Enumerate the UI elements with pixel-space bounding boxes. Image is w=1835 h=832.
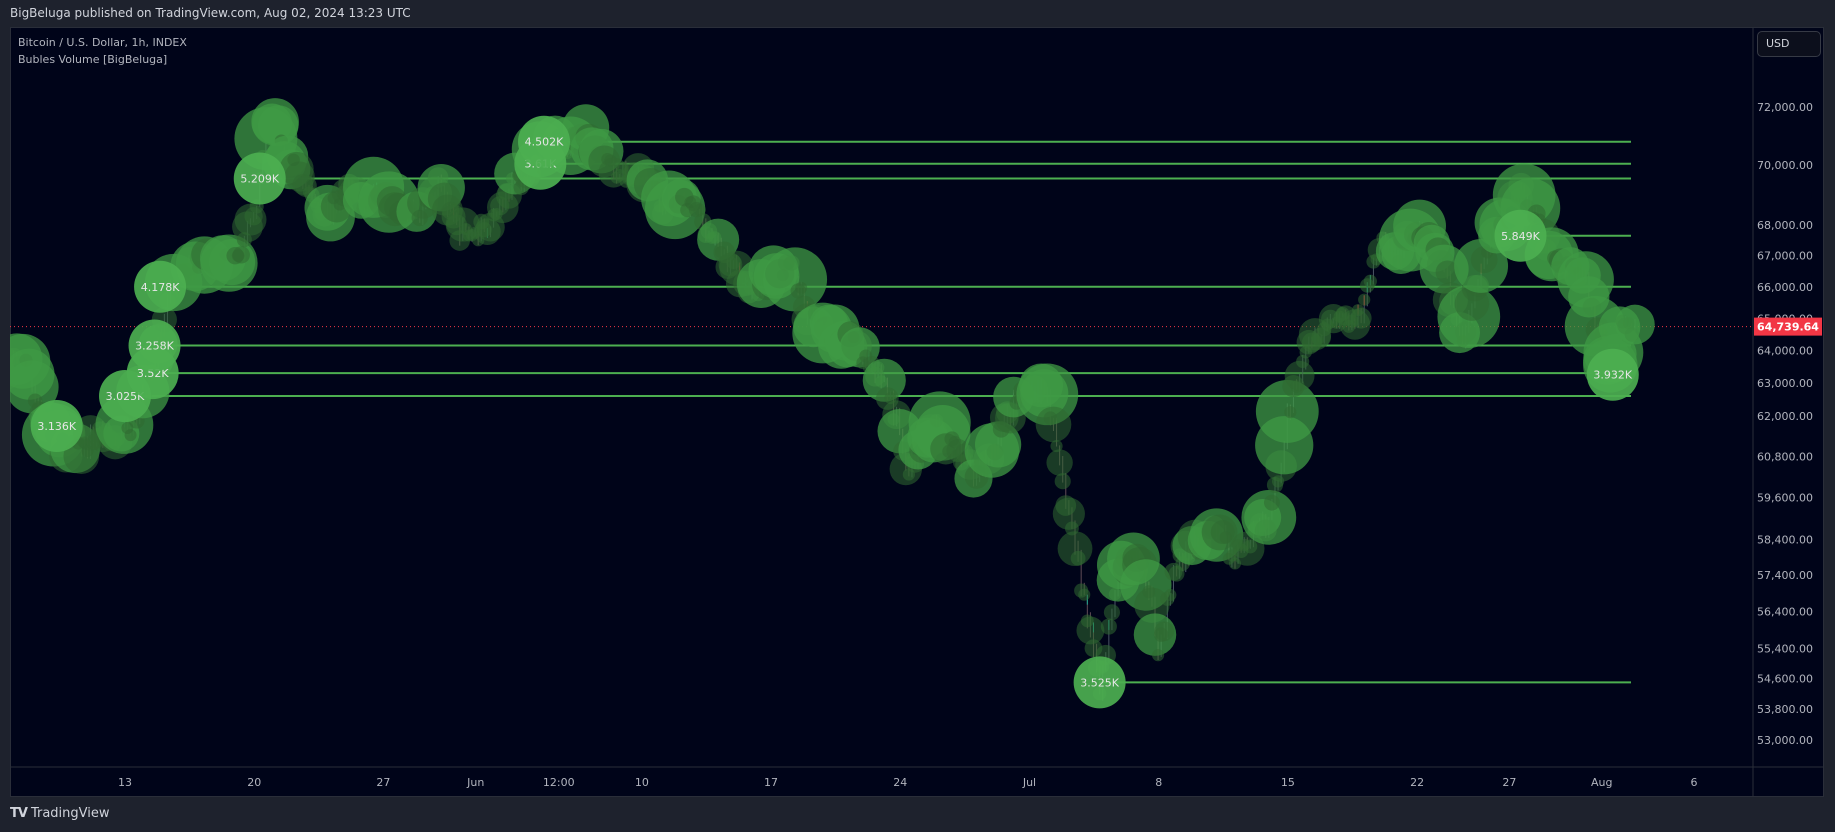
volume-bubble: [1615, 304, 1655, 345]
volume-bubble: [232, 246, 250, 264]
volume-bubble: [795, 281, 808, 294]
plot-area: 3.136K3.025K3.52K3.258K4.178K5.209K3.61K…: [10, 98, 1753, 709]
labeled-volume-bubble: 3.525K: [1073, 656, 1126, 709]
price-tick-label: 70,000.00: [1757, 159, 1813, 172]
time-tick-label: 24: [893, 776, 907, 789]
labeled-volume-bubble: 4.502K: [518, 115, 571, 168]
price-tick-label: 53,800.00: [1757, 703, 1813, 716]
labeled-volume-bubble: 4.178K: [134, 260, 187, 313]
volume-bubble: [1164, 588, 1177, 601]
time-tick-label: 10: [635, 776, 649, 789]
chart-legend: Bitcoin / U.S. Dollar, 1h, INDEX Bubles …: [18, 34, 187, 68]
volume-bubble: [1363, 274, 1377, 288]
volume-bubble-label: 3.136K: [37, 420, 76, 433]
volume-bubble: [1054, 473, 1071, 490]
volume-bubble-label: 5.849K: [1501, 230, 1540, 243]
currency-button[interactable]: USD: [1757, 31, 1821, 57]
volume-bubble: [1350, 307, 1372, 329]
volume-bubble: [1035, 406, 1072, 443]
price-tick-label: 58,400.00: [1757, 534, 1813, 547]
volume-bubble: [1263, 494, 1280, 511]
volume-bubble-label: 4.502K: [525, 136, 564, 149]
price-chart[interactable]: 3.136K3.025K3.52K3.258K4.178K5.209K3.61K…: [10, 27, 1824, 797]
volume-bubble-label: 3.258K: [135, 340, 174, 353]
volume-bubble: [1219, 531, 1233, 544]
volume-bubble: [1284, 406, 1297, 419]
volume-bubble: [1243, 539, 1258, 554]
volume-bubble: [1358, 293, 1371, 306]
time-tick-label: 6: [1691, 776, 1698, 789]
volume-bubble-label: 4.178K: [141, 281, 180, 294]
time-tick-label: Jun: [466, 776, 484, 789]
labeled-volume-bubble: 3.932K: [1586, 348, 1639, 401]
volume-bubble: [1154, 621, 1175, 642]
time-tick-label: Jul: [1022, 776, 1036, 789]
time-tick-label: 13: [118, 776, 132, 789]
price-tick-label: 66,000.00: [1757, 281, 1813, 294]
price-axis[interactable]: 72,000.00 70,000.00 68,000.00 67,000.00 66,0…: [1754, 101, 1822, 747]
price-tick-label: 55,400.00: [1757, 642, 1813, 655]
publish-info: BigBeluga published on TradingView.com, …: [10, 6, 411, 20]
price-tick-label: 57,400.00: [1757, 569, 1813, 582]
time-tick-label: 17: [764, 776, 778, 789]
labeled-volume-bubble: 5.849K: [1494, 209, 1547, 262]
time-tick-label: Aug: [1591, 776, 1612, 789]
tradingview-logo-icon: TV: [10, 806, 28, 821]
price-tick-label: 53,000.00: [1757, 734, 1813, 747]
tradingview-brand[interactable]: TradingView: [31, 806, 110, 821]
labeled-volume-bubble: 5.209K: [233, 152, 286, 205]
volume-bubble: [1100, 618, 1117, 635]
last-price-label: 64,739.64: [1757, 321, 1819, 334]
footer: TV TradingView: [10, 806, 109, 821]
time-tick-label: 12:00: [543, 776, 575, 789]
volume-bubble: [1152, 649, 1165, 662]
time-tick-label: 27: [1502, 776, 1516, 789]
price-tick-label: 63,000.00: [1757, 377, 1813, 390]
indicator-title[interactable]: Bubles Volume [BigBeluga]: [18, 51, 187, 68]
price-tick-label: 72,000.00: [1757, 101, 1813, 114]
volume-bubbles-labeled: 3.136K3.025K3.52K3.258K4.178K5.209K3.61K…: [30, 115, 1639, 709]
price-tick-label: 67,000.00: [1757, 250, 1813, 263]
price-tick-label: 68,000.00: [1757, 219, 1813, 232]
price-tick-label: 60,800.00: [1757, 450, 1813, 463]
price-tick-label: 62,000.00: [1757, 410, 1813, 423]
time-tick-label: 15: [1281, 776, 1295, 789]
publish-header: BigBeluga published on TradingView.com, …: [0, 0, 1835, 27]
volume-bubble-label: 3.525K: [1080, 676, 1119, 689]
volume-bubble: [1070, 550, 1086, 566]
volume-bubble-label: 5.209K: [240, 173, 279, 186]
volume-bubble: [1046, 449, 1073, 476]
price-tick-label: 59,600.00: [1757, 492, 1813, 505]
price-tick-label: 54,600.00: [1757, 673, 1813, 686]
price-tick-label: 64,000.00: [1757, 344, 1813, 357]
time-tick-label: 8: [1155, 776, 1162, 789]
time-tick-label: 22: [1410, 776, 1424, 789]
volume-bubble-label: 3.932K: [1593, 369, 1632, 382]
time-axis[interactable]: 13 20 27 Jun 12:00 10 17 24 Jul 8 15 22 27 Aug 6: [118, 776, 1698, 789]
symbol-title[interactable]: Bitcoin / U.S. Dollar, 1h, INDEX: [18, 34, 187, 51]
labeled-volume-bubble: 3.136K: [30, 399, 83, 452]
volume-bubble: [124, 429, 137, 442]
time-tick-label: 20: [247, 776, 261, 789]
labeled-volume-bubble: 3.258K: [128, 319, 181, 372]
time-tick-label: 27: [376, 776, 390, 789]
price-tick-label: 56,400.00: [1757, 606, 1813, 619]
volume-bubble: [1078, 588, 1091, 601]
volume-bubble: [1103, 604, 1120, 621]
